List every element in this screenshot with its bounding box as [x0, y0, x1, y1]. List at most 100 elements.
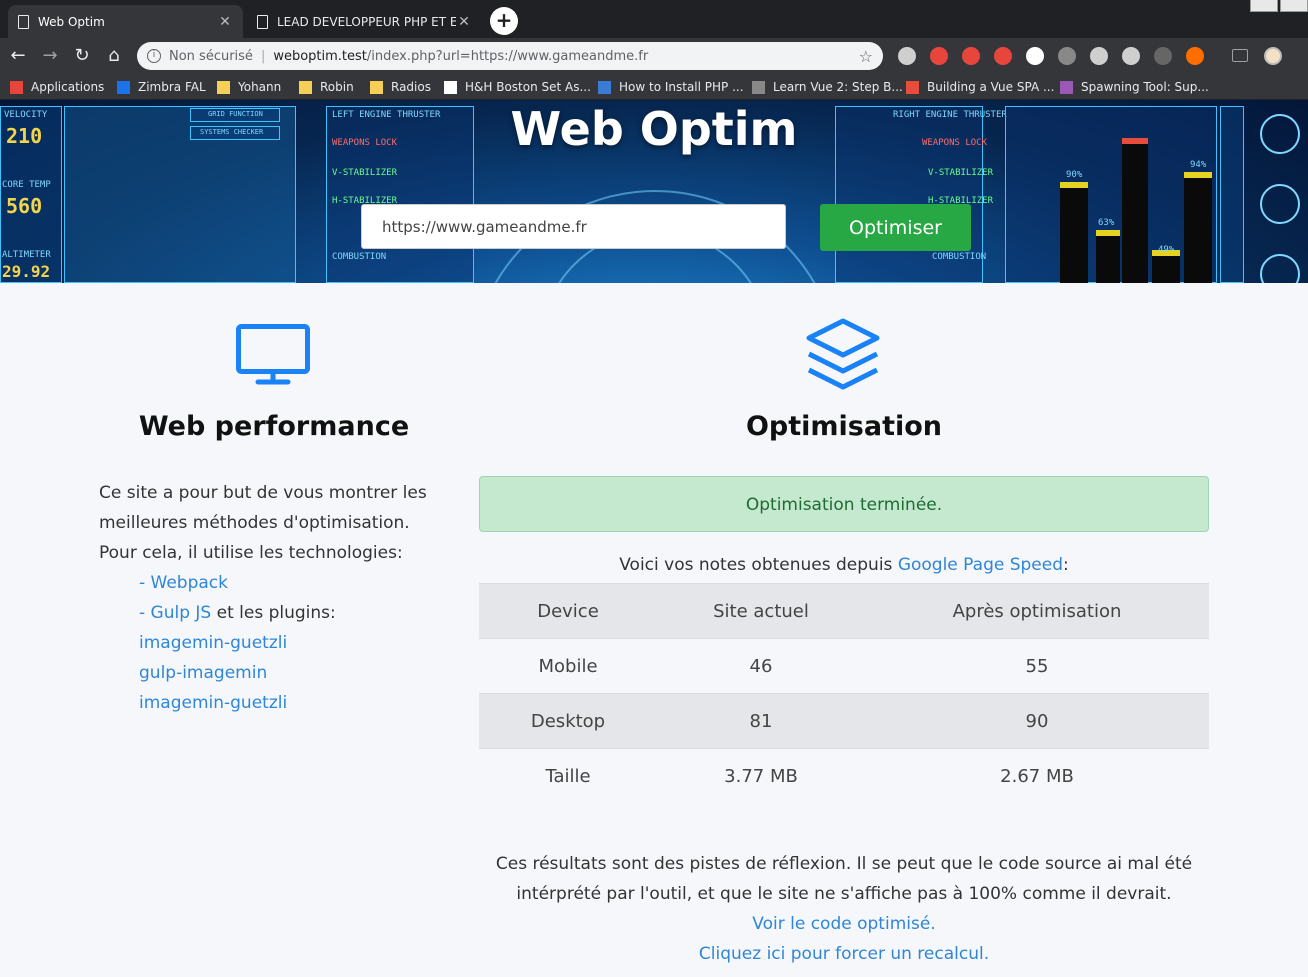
new-tab-button[interactable]: + — [490, 7, 518, 35]
reload-icon[interactable]: ↻ — [70, 44, 94, 68]
results-note: Ces résultats sont des pistes de réflexi… — [479, 849, 1209, 969]
cell-site-actuel: 46 — [657, 638, 865, 694]
bookmark-item[interactable]: Zimbra FAL — [117, 79, 206, 95]
scores-intro-suffix: : — [1063, 555, 1069, 575]
plugin-link-imagemin-guetzli-2[interactable]: imagemin-guetzli — [139, 693, 287, 713]
webpack-link[interactable]: - Webpack — [139, 573, 228, 593]
performance-description: Ce site a pour but de vous montrer les m… — [99, 478, 439, 718]
window-controls — [1248, 0, 1308, 12]
monitor-icon — [236, 324, 310, 385]
cell-device: Taille — [479, 748, 657, 804]
bookmark-item[interactable]: Applications — [10, 79, 104, 95]
bookmark-label: H&H Boston Set As... — [465, 80, 591, 94]
hud-bar-63 — [1096, 230, 1120, 283]
plugin-link-imagemin-guetzli[interactable]: imagemin-guetzli — [139, 633, 287, 653]
minimize-button[interactable] — [1250, 0, 1278, 12]
address-host: weboptim.test — [273, 48, 367, 64]
extension-icon[interactable] — [1154, 47, 1172, 65]
table-row: Desktop 81 90 — [479, 693, 1209, 749]
extension-icon[interactable] — [962, 47, 980, 65]
extension-icon[interactable] — [1090, 47, 1108, 65]
tab-title: Web Optim — [38, 14, 105, 29]
page-icon — [598, 80, 611, 94]
extension-icon[interactable] — [994, 47, 1012, 65]
cell-site-actuel: 3.77 MB — [657, 748, 865, 804]
st-icon — [1060, 80, 1073, 94]
bookmark-star-icon[interactable]: ☆ — [859, 47, 873, 66]
see-optimized-code-link[interactable]: Voir le code optimisé. — [479, 909, 1209, 939]
hud-combustion-left: COMBUSTION — [332, 252, 387, 262]
hud-bar-94 — [1184, 172, 1212, 283]
tab-web-optim[interactable]: Web Optim ✕ — [8, 5, 243, 38]
extension-icon[interactable] — [1058, 47, 1076, 65]
bookmark-label: Learn Vue 2: Step B... — [773, 80, 903, 94]
bookmark-label: Robin — [320, 80, 354, 94]
layers-icon — [806, 318, 880, 390]
google-page-speed-link[interactable]: Google Page Speed — [898, 555, 1063, 575]
optimiser-button[interactable]: Optimiser — [820, 204, 971, 251]
security-label: Non sécurisé — [169, 48, 253, 64]
extension-icon[interactable] — [1122, 47, 1140, 65]
hud-core-temp-value: 560 — [6, 194, 43, 218]
close-tab-icon[interactable]: ✕ — [456, 14, 472, 30]
bookmark-item[interactable]: Robin — [299, 79, 354, 95]
close-tab-icon[interactable]: ✕ — [217, 14, 233, 30]
info-icon[interactable]: i — [147, 49, 161, 63]
zimbra-icon — [117, 80, 130, 94]
hud-core-temp-label: CORE TEMP — [2, 180, 51, 190]
extension-icon[interactable] — [1186, 47, 1204, 65]
cell-apres: 55 — [865, 638, 1209, 694]
hud-altimeter-value: 29.92 — [2, 262, 51, 281]
bookmark-label: How to Install PHP ... — [619, 80, 744, 94]
back-icon[interactable]: ← — [6, 44, 30, 68]
hud-bar-90 — [1060, 182, 1088, 283]
bookmark-item[interactable]: How to Install PHP ... — [598, 79, 744, 95]
avatar[interactable] — [1264, 47, 1282, 65]
force-recalc-link[interactable]: Cliquez ici pour forcer un recalcul. — [479, 939, 1209, 969]
performance-title: Web performance — [138, 411, 410, 442]
bookmarks-bar: Applications Zimbra FAL Yohann Robin Radios H… — [0, 74, 1308, 100]
hud-altimeter-label: ALTIMETER — [2, 250, 51, 260]
hud-v-stabilizer-left: V-STABILIZER — [332, 168, 398, 178]
bookmark-item[interactable]: Yohann — [217, 79, 281, 95]
hud-v-stabilizer-right: V-STABILIZER — [928, 168, 994, 178]
arrow-icon — [752, 80, 765, 94]
forward-icon[interactable]: → — [38, 44, 62, 68]
hud-dial-mid — [1260, 184, 1300, 224]
gulp-link[interactable]: - Gulp JS — [139, 603, 211, 623]
url-input[interactable] — [361, 204, 786, 249]
address-separator: | — [260, 48, 266, 64]
success-alert: Optimisation terminée. — [479, 476, 1209, 532]
cast-icon[interactable] — [1232, 49, 1248, 62]
bookmark-item[interactable]: H&H Boston Set As... — [444, 79, 591, 95]
page-icon — [18, 14, 29, 29]
bookmark-item[interactable]: Spawning Tool: Sup... — [1060, 79, 1209, 95]
tab-lead-developpeur[interactable]: LEAD DEVELOPPEUR PHP ET EXP ✕ — [247, 5, 482, 38]
extension-icon[interactable] — [1026, 47, 1044, 65]
bookmark-item[interactable]: Learn Vue 2: Step B... — [752, 79, 903, 95]
tab-title: LEAD DEVELOPPEUR PHP ET EXP — [277, 14, 456, 29]
maximize-button[interactable] — [1280, 0, 1308, 12]
home-icon[interactable]: ⌂ — [102, 44, 126, 68]
extension-icon[interactable] — [930, 47, 948, 65]
bookmark-label: Spawning Tool: Sup... — [1081, 80, 1209, 94]
amazon-icon — [444, 80, 457, 94]
optimisation-title: Optimisation — [745, 411, 943, 442]
gulp-suffix: et les plugins: — [211, 603, 336, 623]
hud-combustion-right: COMBUSTION — [932, 252, 987, 262]
plugin-link-gulp-imagemin[interactable]: gulp-imagemin — [139, 663, 267, 683]
hud-pct-49: 49% — [1158, 245, 1175, 255]
bookmark-item[interactable]: Building a Vue SPA ... — [906, 79, 1054, 95]
table-row: Taille 3.77 MB 2.67 MB — [479, 748, 1209, 804]
bookmark-label: Building a Vue SPA ... — [927, 80, 1055, 94]
header-device: Device — [479, 583, 657, 639]
cell-apres: 2.67 MB — [865, 748, 1209, 804]
hud-dial-bottom — [1260, 254, 1300, 283]
scores-intro-text: Voici vos notes obtenues depuis — [619, 555, 898, 575]
bookmark-label: Applications — [31, 80, 105, 94]
header-apres-optimisation: Après optimisation — [865, 583, 1209, 639]
bookmark-item[interactable]: Radios — [370, 79, 431, 95]
extension-icon[interactable] — [898, 47, 916, 65]
hud-pct-94: 94% — [1190, 160, 1207, 170]
address-bar[interactable]: i Non sécurisé | weboptim.test /index.ph… — [137, 42, 883, 70]
